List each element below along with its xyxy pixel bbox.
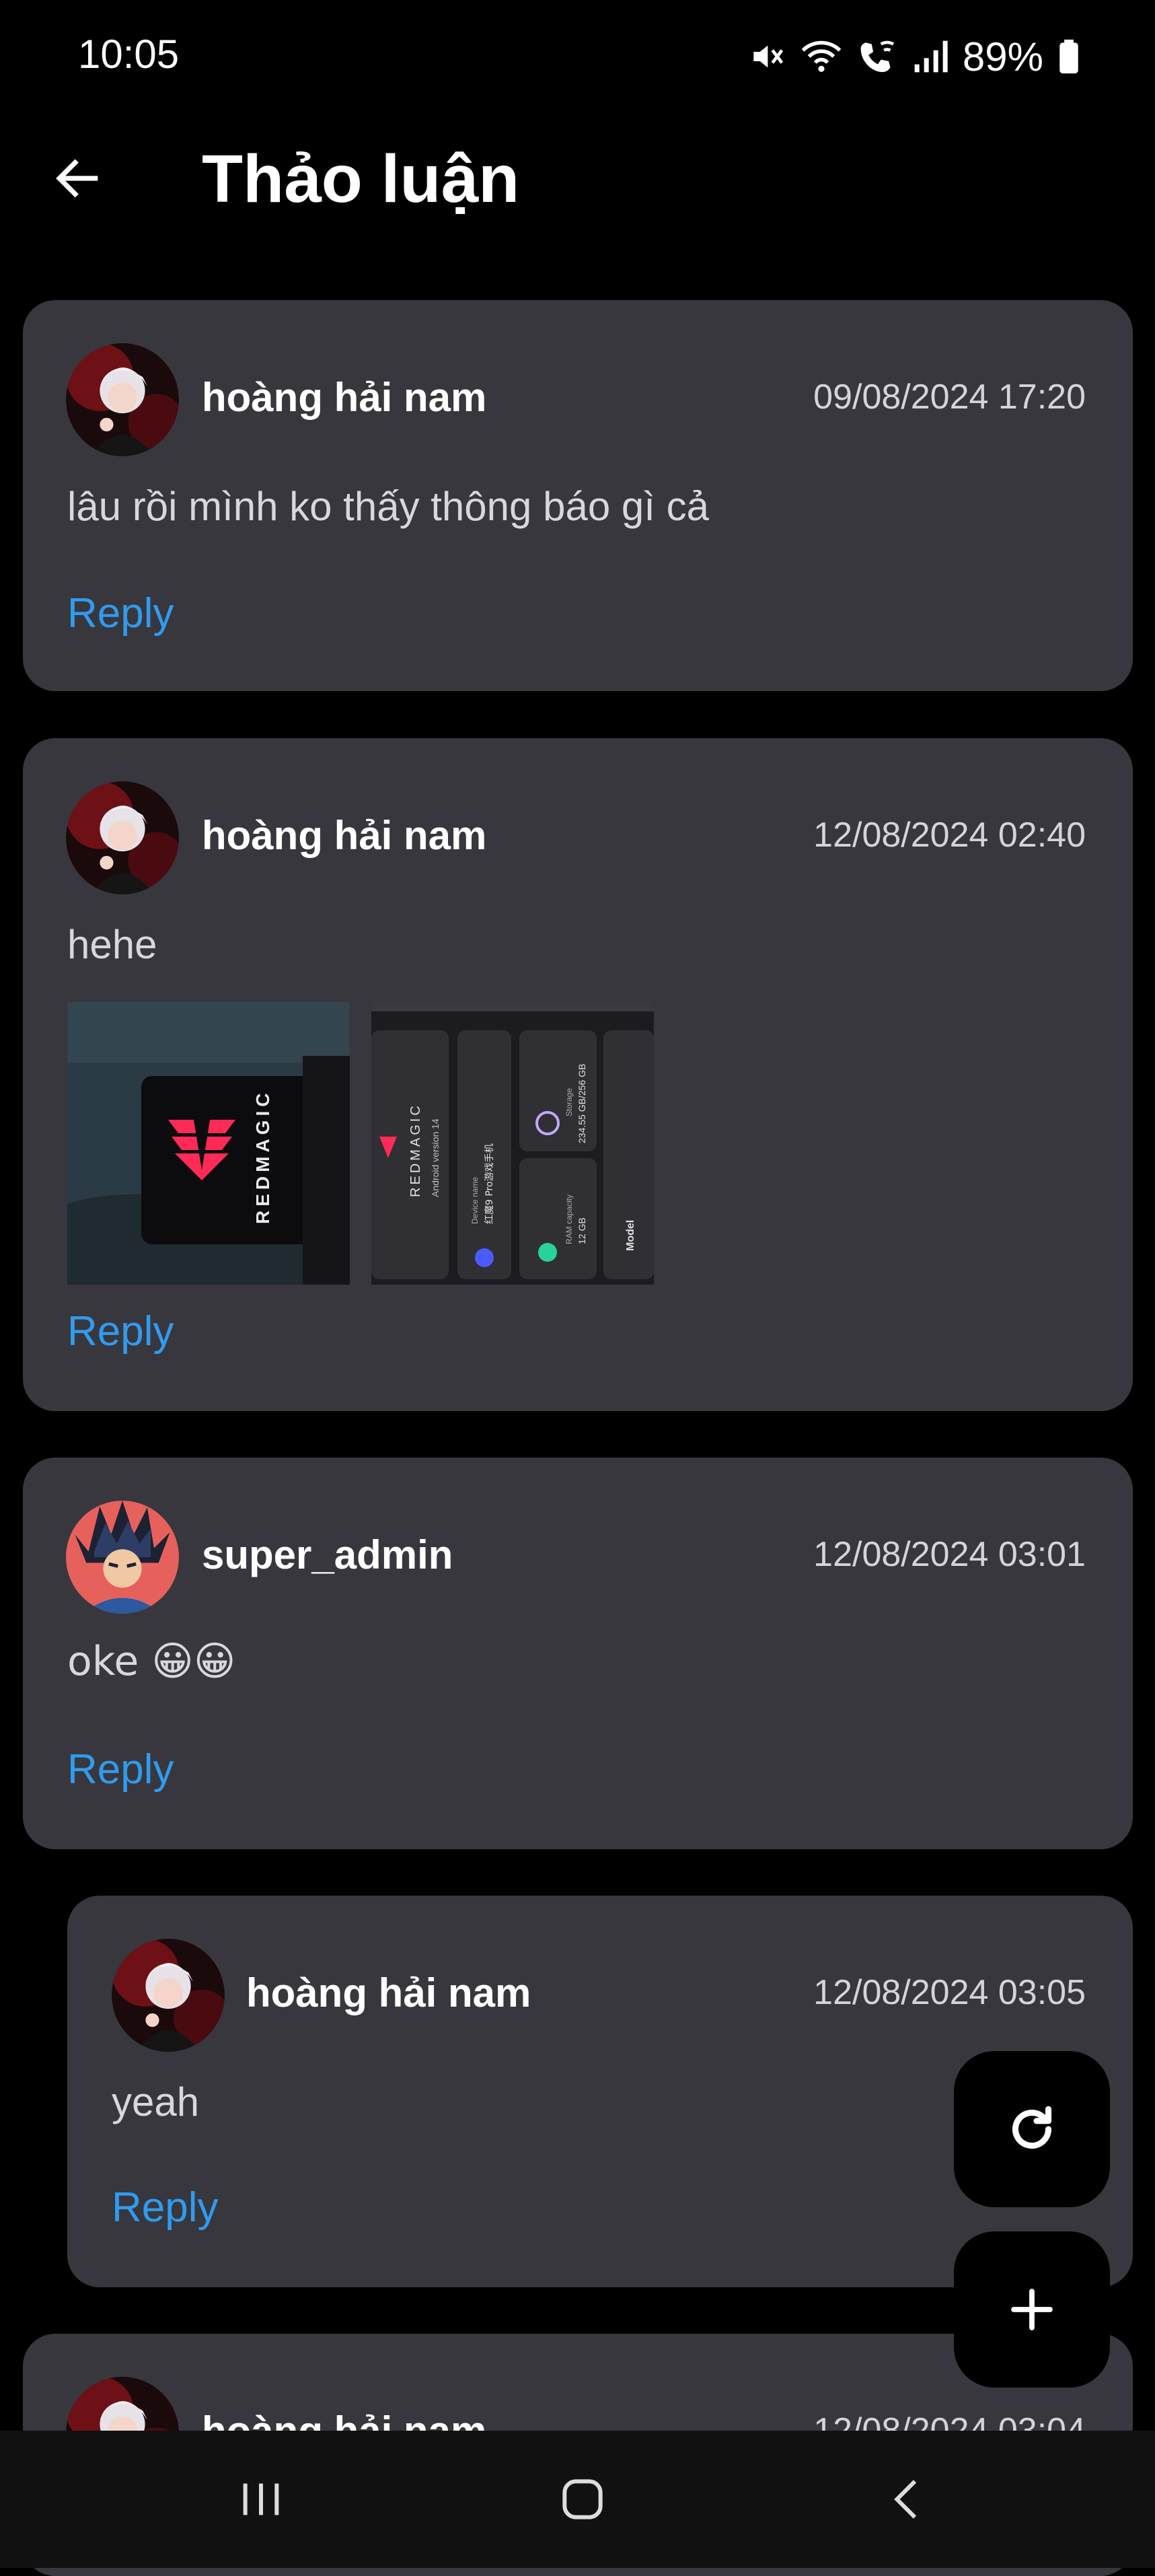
wifi-icon — [800, 38, 843, 75]
battery-percent: 89% — [962, 34, 1043, 79]
home-icon — [562, 2479, 603, 2519]
attached-image-settings[interactable]: REDMAGIC Android version 14 Device name … — [371, 1002, 654, 1285]
wifi-call-icon — [858, 38, 898, 75]
username: hoàng hải nam — [246, 1970, 531, 2015]
comment-text: oke 😀😀 — [67, 1638, 236, 1685]
comment-text: hehe — [67, 922, 157, 967]
timestamp: 12/08/2024 03:05 — [813, 1973, 1086, 2012]
system-navigation-bar — [0, 2431, 1155, 2568]
comment-text: lâu rồi mình ko thấy thông báo gì cả — [67, 484, 709, 529]
reply-button[interactable]: Reply — [112, 2184, 219, 2231]
comment-card: hoàng hải nam 12/08/2024 02:40 hehe REDM… — [23, 738, 1133, 1411]
nav-back-button[interactable] — [868, 2459, 948, 2540]
image-storage-value: 234.55 GB/256 GB — [576, 1064, 587, 1143]
status-time: 10:05 — [78, 32, 180, 77]
reply-button[interactable]: Reply — [67, 589, 174, 637]
back-icon — [894, 2480, 917, 2519]
image-device-name-label: Device name — [470, 1177, 480, 1224]
recent-apps-button[interactable] — [221, 2459, 301, 2540]
image-model-label: Model — [625, 1220, 636, 1251]
recent-apps-icon — [243, 2483, 279, 2515]
signal-icon — [913, 38, 948, 75]
refresh-icon — [1012, 2106, 1052, 2149]
status-bar: 10:05 89% — [0, 0, 1155, 114]
status-icons: 89% — [747, 30, 1080, 83]
attached-image-device[interactable]: REDMAGIC — [67, 1002, 350, 1285]
timestamp: 09/08/2024 17:20 — [813, 378, 1086, 417]
arrow-left-icon — [56, 159, 98, 198]
username: hoàng hải nam — [202, 375, 487, 420]
plus-icon — [1011, 2289, 1053, 2330]
mute-icon — [747, 38, 785, 75]
reply-button[interactable]: Reply — [67, 1746, 174, 1793]
battery-icon — [1058, 38, 1080, 75]
image-logo-text: REDMAGIC — [252, 1089, 273, 1224]
avatar[interactable] — [66, 1501, 179, 1614]
image-logo-text: REDMAGIC — [408, 1103, 423, 1197]
add-comment-button[interactable] — [954, 2231, 1110, 2388]
image-device-name-value: 红魔9 Pro游戏手机 — [484, 1143, 495, 1224]
comment-card: super_admin 12/08/2024 03:01 oke 😀😀 Repl… — [23, 1458, 1133, 1849]
refresh-button[interactable] — [954, 2051, 1110, 2207]
back-button[interactable] — [40, 141, 114, 215]
avatar[interactable] — [66, 781, 179, 894]
avatar[interactable] — [112, 1939, 225, 2052]
image-ram-label: RAM capacity — [564, 1194, 574, 1244]
username: super_admin — [202, 1532, 453, 1577]
page-title: Thảo luận — [202, 141, 520, 217]
app-bar: Thảo luận — [0, 114, 1155, 236]
reply-button[interactable]: Reply — [67, 1308, 174, 1355]
avatar[interactable] — [66, 343, 179, 456]
username: hoàng hải nam — [202, 813, 487, 858]
comment-card: hoàng hải nam 09/08/2024 17:20 lâu rồi m… — [23, 300, 1133, 691]
image-ram-value: 12 GB — [576, 1217, 587, 1244]
image-storage-label: Storage — [564, 1088, 574, 1116]
image-android-version: Android version 14 — [430, 1118, 441, 1197]
timestamp: 12/08/2024 03:01 — [813, 1535, 1086, 1574]
comment-text: yeah — [112, 2079, 200, 2124]
home-button[interactable] — [542, 2459, 623, 2540]
timestamp: 12/08/2024 02:40 — [813, 816, 1086, 855]
